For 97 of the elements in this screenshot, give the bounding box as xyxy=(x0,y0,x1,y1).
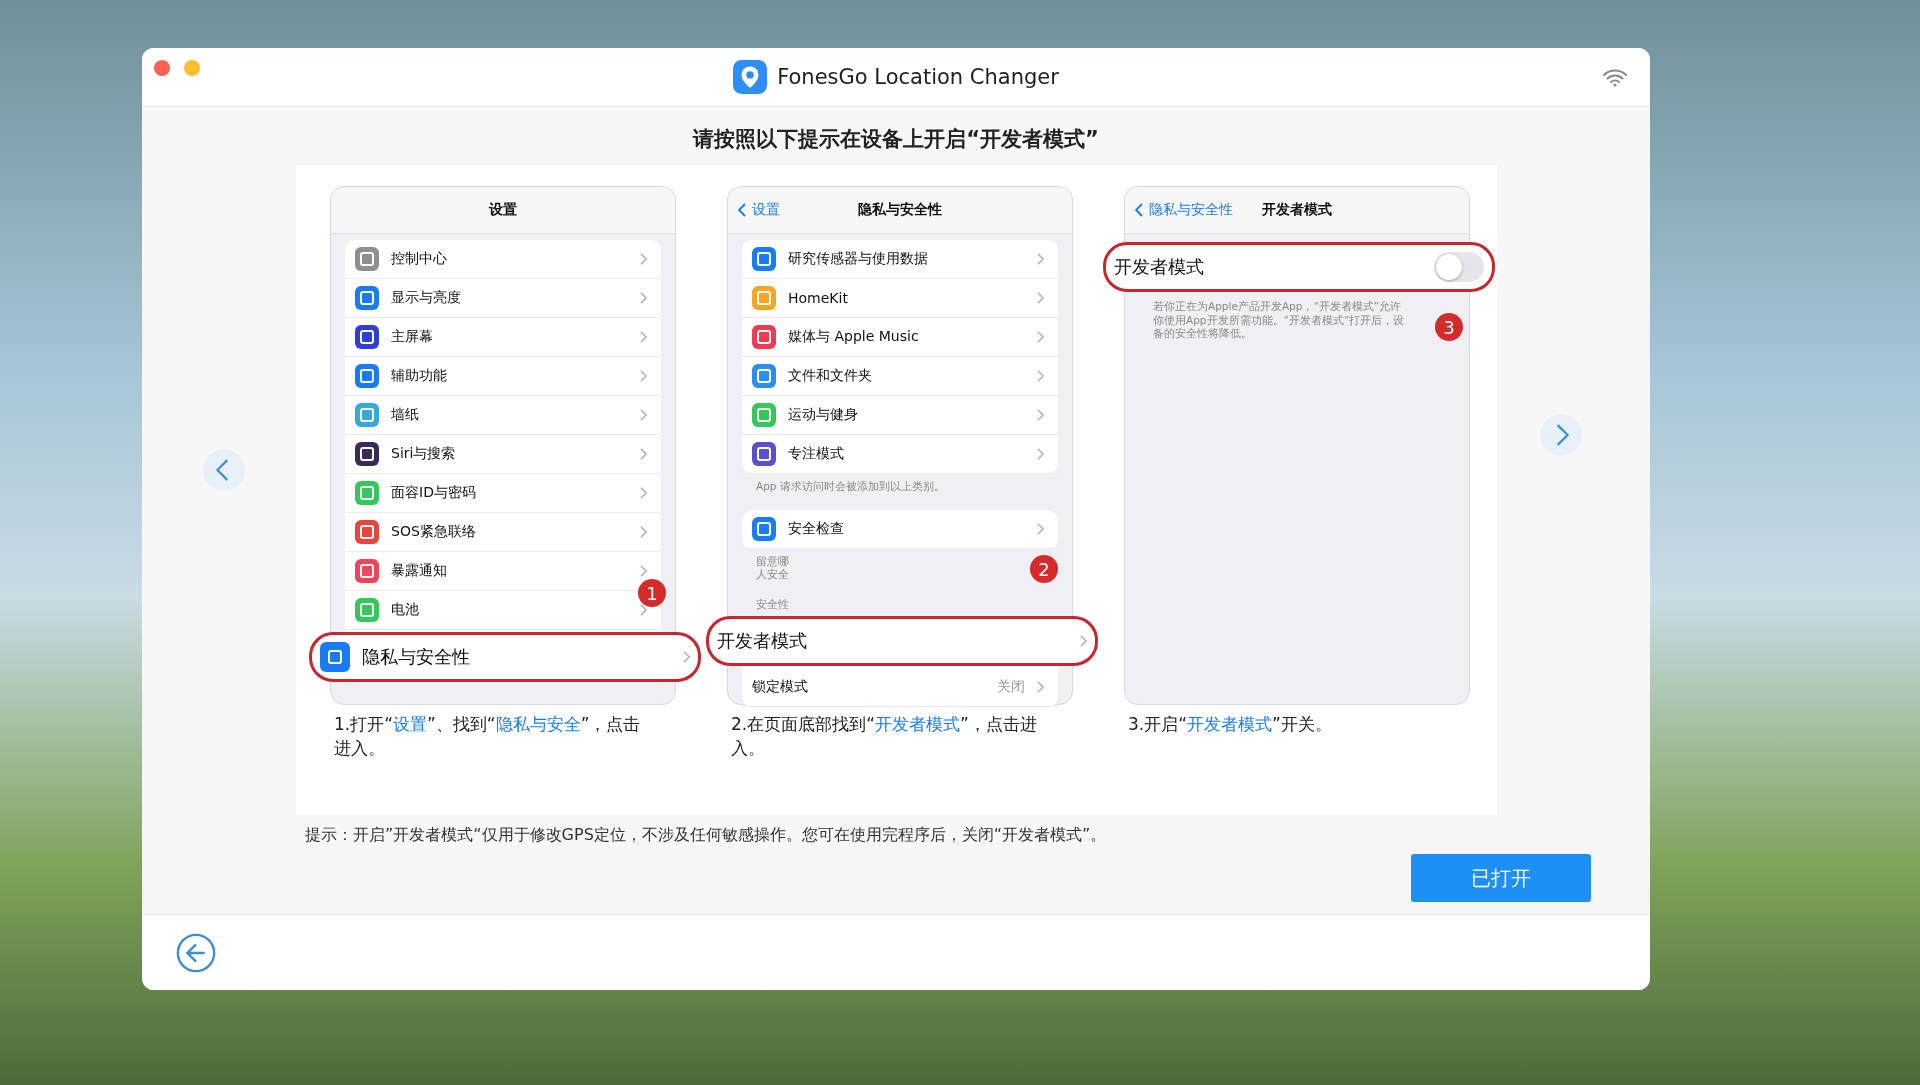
toggle-row[interactable]: 开发者模式 xyxy=(1103,242,1495,292)
row-label: 锁定模式 xyxy=(752,677,809,696)
highlighted-term: 设置 xyxy=(393,714,428,734)
settings-row[interactable]: 显示与亮度 xyxy=(345,279,661,318)
settings-row[interactable]: 运动与健身 xyxy=(742,396,1058,435)
step-number-badge: 3 xyxy=(1435,313,1463,341)
section-header: 安全性 xyxy=(755,597,790,612)
settings-row[interactable]: 隐私与安全性 xyxy=(309,632,701,682)
window-title: FonesGo Location Changer xyxy=(777,65,1059,89)
highlighted-term: 开发者模式 xyxy=(875,714,961,734)
settings-row[interactable]: 主屏幕 xyxy=(345,318,661,357)
row-label: 电池 xyxy=(391,601,420,619)
chevron-icon xyxy=(1037,292,1044,304)
chevron-icon xyxy=(640,370,647,382)
caption-text: 进入。 xyxy=(334,737,385,758)
chevron-icon xyxy=(640,331,647,343)
chevron-icon xyxy=(1037,522,1044,535)
settings-row[interactable]: 文件和文件夹 xyxy=(742,357,1058,396)
row-label: 墙纸 xyxy=(391,406,420,424)
footnote-text: 若你正在为Apple产品开发App，“开发者模式”允许你使用App开发所需功能。“开发者模式”打开后，设备的安全性将降低。 xyxy=(1153,300,1406,341)
row-label: SOS紧急联络 xyxy=(391,523,477,541)
row-label: 显示与亮度 xyxy=(391,289,462,307)
location-pin-icon xyxy=(733,60,768,94)
step-number-badge: 1 xyxy=(638,579,666,607)
highlighted-term: 隐私与安全 xyxy=(495,714,581,734)
chevron-icon xyxy=(640,604,647,616)
settings-row[interactable]: 锁定模式 关闭 xyxy=(742,667,1058,707)
settings-row[interactable]: Siri与搜索 xyxy=(345,435,661,474)
instruction-heading: 请按照以下提示在设备上开启“开发者模式” xyxy=(691,126,1100,153)
settings-row[interactable]: 专注模式 xyxy=(742,435,1058,474)
chevron-icon xyxy=(640,292,647,304)
row-label: 暴露通知 xyxy=(391,562,448,580)
settings-row[interactable]: SOS紧急联络 xyxy=(345,513,661,552)
chevron-icon xyxy=(640,448,647,460)
caption-text: 3.开启“ xyxy=(1128,714,1188,734)
minimize-button[interactable] xyxy=(184,60,200,76)
close-button[interactable] xyxy=(154,60,170,76)
back-chevron-icon xyxy=(1135,203,1143,217)
back-link[interactable]: 设置 xyxy=(738,201,780,219)
row-label: 文件和文件夹 xyxy=(788,367,873,385)
footnote-text: 人安全 xyxy=(756,568,790,582)
back-link[interactable]: 隐私与安全性 xyxy=(1135,201,1233,219)
chevron-icon xyxy=(640,409,647,421)
screen-title: 隐私与安全性 xyxy=(858,201,942,219)
row-label: 研究传感器与使用数据 xyxy=(788,250,929,268)
settings-row[interactable]: 控制中心 xyxy=(345,240,661,279)
tip-text: 提示：开启”开发者模式“仅用于修改GPS定位，不涉及任何敏感操作。您可在使用完程序后，关闭“开发者模式”。 xyxy=(305,825,1107,844)
chevron-icon xyxy=(1037,253,1044,265)
step-number-badge: 2 xyxy=(1030,555,1058,583)
row-value: 关闭 xyxy=(997,677,1025,696)
caption-text: 2.在页面底部找到“ xyxy=(731,714,876,734)
chevron-icon xyxy=(1037,680,1044,693)
row-label: Siri与搜索 xyxy=(391,445,457,463)
back-chevron-icon xyxy=(738,203,746,217)
settings-row[interactable]: 辅助功能 xyxy=(345,357,661,396)
row-label: 安全检查 xyxy=(788,519,845,538)
row-label: 媒体与 Apple Music xyxy=(788,328,920,346)
chevron-icon xyxy=(640,487,647,499)
chevron-icon xyxy=(1037,448,1044,460)
row-label: 开发者模式 xyxy=(1114,255,1205,279)
row-label: 专注模式 xyxy=(788,445,845,463)
chevron-icon xyxy=(683,651,690,663)
chevron-icon xyxy=(1037,331,1044,343)
toggle-switch[interactable] xyxy=(1434,252,1484,282)
settings-row[interactable]: 安全检查 xyxy=(742,509,1058,549)
chevron-icon xyxy=(1037,370,1044,382)
chevron-icon xyxy=(640,253,647,265)
caption-text: 入。 xyxy=(731,737,765,758)
chevron-icon xyxy=(640,526,647,538)
caption-text: 1.打开“ xyxy=(334,714,394,734)
settings-row[interactable]: 开发者模式 xyxy=(706,615,1098,666)
chevron-icon xyxy=(640,565,647,577)
settings-row[interactable]: 研究传感器与使用数据 xyxy=(742,240,1058,279)
row-label: 辅助功能 xyxy=(391,367,448,385)
chevron-icon xyxy=(1037,409,1044,421)
caption-text: ”开关。 xyxy=(1272,714,1332,734)
screen-title: 设置 xyxy=(489,201,517,219)
screen-title: 开发者模式 xyxy=(1262,201,1332,219)
row-label: 面容ID与密码 xyxy=(391,484,477,502)
highlighted-term: 开发者模式 xyxy=(1187,714,1273,734)
settings-row[interactable]: 媒体与 Apple Music xyxy=(742,318,1058,357)
row-label: 运动与健身 xyxy=(788,406,859,424)
settings-row[interactable]: 墙纸 xyxy=(345,396,661,435)
row-label: 主屏幕 xyxy=(391,328,434,346)
wifi-icon[interactable] xyxy=(1602,68,1628,88)
caption-text: ”，点击进 xyxy=(960,714,1037,734)
settings-row[interactable]: HomeKit xyxy=(742,279,1058,318)
row-label: 开发者模式 xyxy=(717,628,808,653)
settings-row[interactable]: 面容ID与密码 xyxy=(345,474,661,513)
caption-text: ”，点击 xyxy=(580,714,641,734)
footnote-text: App 请求访问时会被添加到以上类别。 xyxy=(756,480,946,494)
row-label: HomeKit xyxy=(788,290,849,306)
footnote-text: 留意哪 xyxy=(756,554,790,569)
chevron-icon xyxy=(1080,634,1087,647)
row-label: 隐私与安全性 xyxy=(362,645,471,669)
caption-text: ”、找到“ xyxy=(427,714,496,734)
row-label: 控制中心 xyxy=(391,250,448,268)
